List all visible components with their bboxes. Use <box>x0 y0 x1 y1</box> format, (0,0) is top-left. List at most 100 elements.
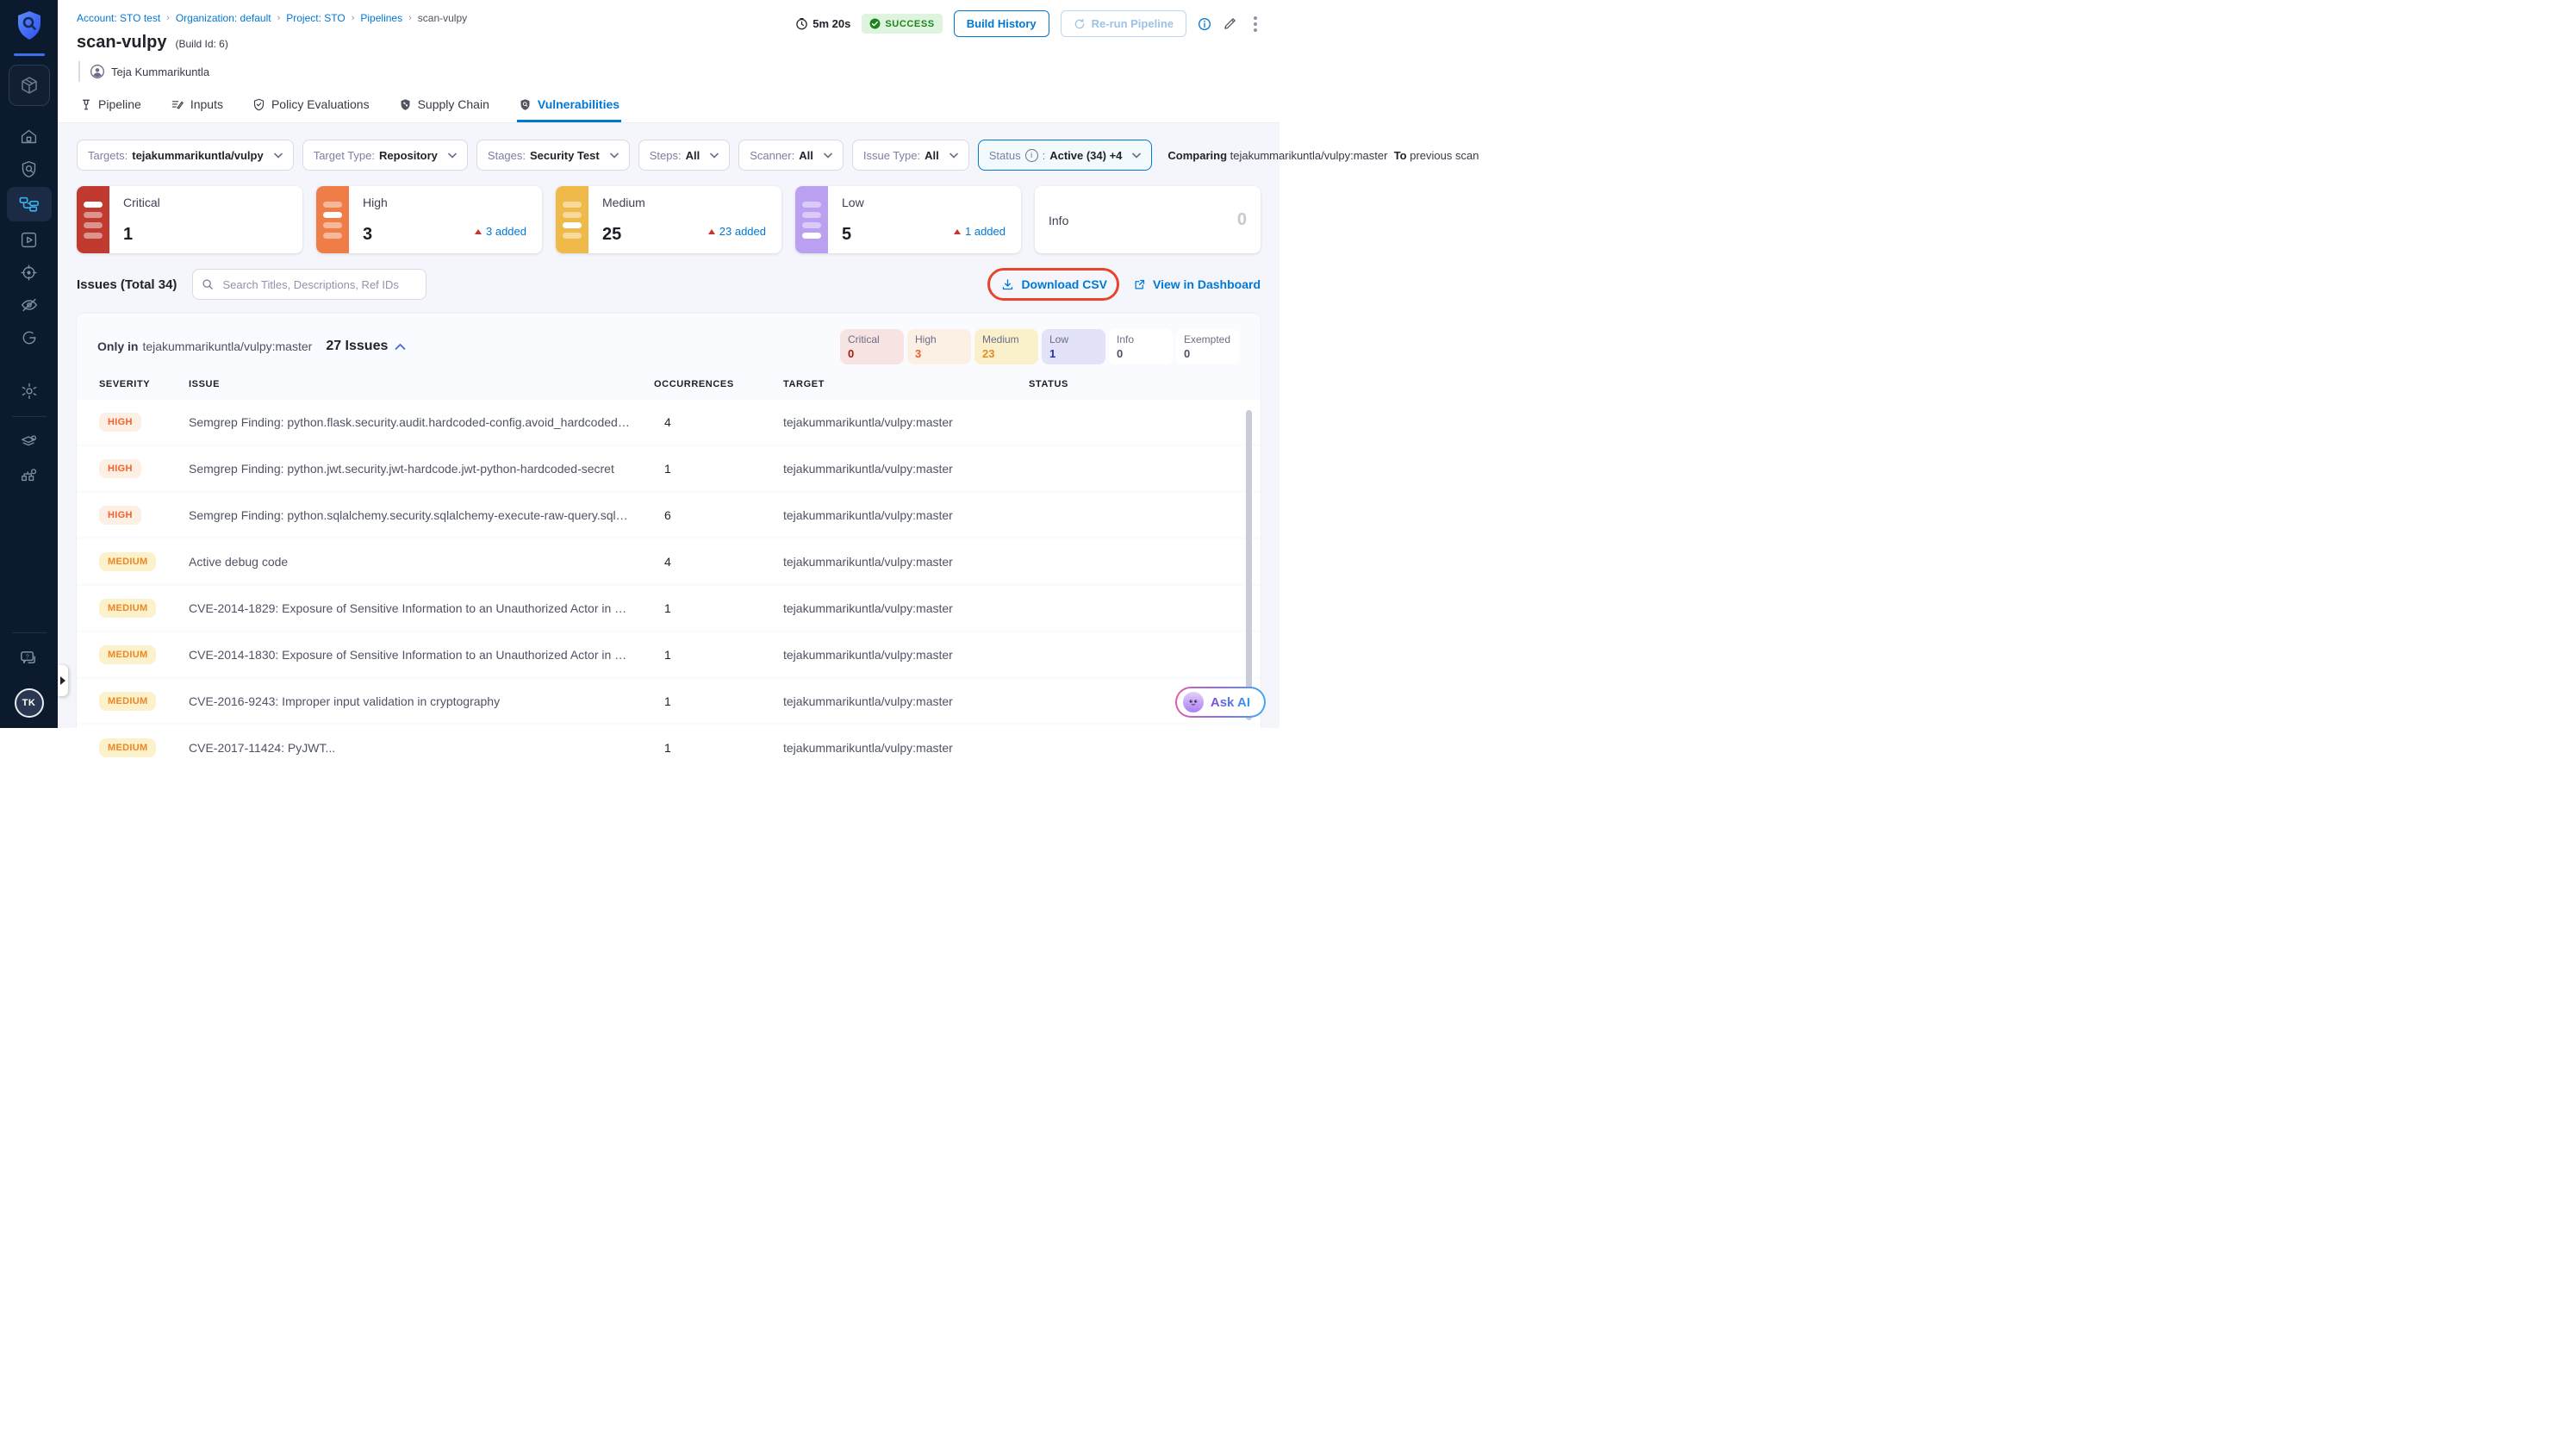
breadcrumb-pipelines-link[interactable]: Pipelines <box>360 12 402 24</box>
breadcrumb-project-link[interactable]: Project: STO <box>286 12 345 24</box>
module-selector-button[interactable] <box>9 65 50 106</box>
issue-row[interactable]: HIGH Semgrep Finding: python.sqlalchemy.… <box>77 493 1261 537</box>
severity-card-label: High <box>363 196 528 209</box>
tab-policy-evaluations[interactable]: Policy Evaluations <box>251 92 371 122</box>
info-icon[interactable] <box>1198 17 1211 31</box>
issue-row[interactable]: HIGH Semgrep Finding: python.jwt.securit… <box>77 446 1261 490</box>
target-name: tejakummarikuntla/vulpy:master <box>783 648 1029 662</box>
issue-title[interactable]: CVE-2014-1830: Exposure of Sensitive Inf… <box>189 648 654 662</box>
issues-panel: Only in tejakummarikuntla/vulpy:master 2… <box>77 314 1261 728</box>
sidebar-item-home[interactable] <box>7 121 52 151</box>
occurrences-count: 1 <box>654 694 783 708</box>
severity-card[interactable]: Critical 1 <box>77 186 302 253</box>
issue-title[interactable]: CVE-2016-9243: Improper input validation… <box>189 694 654 708</box>
issue-title[interactable]: Semgrep Finding: python.jwt.security.jwt… <box>189 462 654 476</box>
sidebar-item-default-settings[interactable] <box>7 427 52 457</box>
severity-chip: Critical 0 <box>840 329 904 364</box>
page-title: scan-vulpy <box>77 33 166 53</box>
ask-ai-button[interactable]: Ask AI <box>1175 687 1266 718</box>
collapse-chevron-up-icon[interactable] <box>395 343 406 351</box>
download-csv-button[interactable]: Download CSV <box>1001 277 1107 291</box>
issue-row[interactable]: MEDIUM CVE-2014-1829: Exposure of Sensit… <box>77 586 1261 630</box>
occurrences-count: 1 <box>654 741 783 755</box>
filter-dropdown[interactable]: Steps:i: All <box>638 140 730 171</box>
refresh-icon <box>1074 18 1086 30</box>
issue-row[interactable]: MEDIUM CVE-2014-1830: Exposure of Sensit… <box>77 632 1261 676</box>
filter-dropdown[interactable]: Issue Type:i: All <box>852 140 969 171</box>
tab-vulnerabilities[interactable]: Vulnerabilities <box>517 92 621 122</box>
table-scrollbar[interactable] <box>1246 410 1252 720</box>
issue-row[interactable]: MEDIUM CVE-2017-11424: PyJWT... 1 tejaku… <box>77 725 1261 769</box>
severity-badge: MEDIUM <box>99 599 156 618</box>
filter-dropdown[interactable]: Targets:i: tejakummarikuntla/vulpy <box>77 140 294 171</box>
severity-card[interactable]: Low 5 1 added <box>795 186 1021 253</box>
sidebar-item-pipelines[interactable] <box>7 187 52 221</box>
view-in-dashboard-button[interactable]: View in Dashboard <box>1133 277 1261 291</box>
issue-title[interactable]: CVE-2014-1829: Exposure of Sensitive Inf… <box>189 601 654 615</box>
shield-nodes-icon <box>399 98 412 111</box>
info-icon: i <box>1025 149 1038 162</box>
severity-bars-icon <box>77 186 109 253</box>
edit-pencil-icon[interactable] <box>1223 16 1237 31</box>
issue-title[interactable]: Semgrep Finding: python.flask.security.a… <box>189 415 654 429</box>
tab-supply-chain[interactable]: Supply Chain <box>397 92 491 122</box>
severity-card[interactable]: Medium 25 23 added <box>556 186 781 253</box>
external-link-icon <box>1133 278 1146 291</box>
rerun-pipeline-button[interactable]: Re-run Pipeline <box>1061 10 1186 37</box>
comparison-label: Comparing tejakummarikuntla/vulpy:master… <box>1167 149 1479 162</box>
severity-badge: MEDIUM <box>99 645 156 664</box>
issue-row[interactable]: MEDIUM CVE-2016-9243: Improper input val… <box>77 679 1261 723</box>
severity-chip: High 3 <box>907 329 971 364</box>
issue-title[interactable]: CVE-2017-11424: PyJWT... <box>189 741 654 755</box>
sidebar-item-executions[interactable] <box>7 225 52 254</box>
app-logo-shield-search-icon[interactable] <box>16 10 43 41</box>
filter-dropdown[interactable]: Target Type:i: Repository <box>302 140 468 171</box>
build-history-button[interactable]: Build History <box>954 10 1049 37</box>
shield-check-icon <box>252 98 265 111</box>
occurrences-count: 4 <box>654 555 783 569</box>
breadcrumb-org-link[interactable]: Organization: default <box>176 12 271 24</box>
sidebar-item-token[interactable] <box>7 323 52 352</box>
chevron-separator: › <box>408 13 412 23</box>
column-status: STATUS <box>1029 379 1238 389</box>
home-icon <box>20 128 38 146</box>
inputs-edit-icon <box>171 98 184 111</box>
chevron-right-icon <box>60 676 65 685</box>
severity-bars-icon <box>795 186 828 253</box>
tab-inputs[interactable]: Inputs <box>169 92 225 122</box>
issue-title[interactable]: Semgrep Finding: python.sqlalchemy.secur… <box>189 508 654 522</box>
issue-row[interactable]: MEDIUM Active debug code 4 tejakummariku… <box>77 539 1261 583</box>
user-avatar[interactable]: TK <box>15 688 44 718</box>
shield-search-icon <box>519 98 532 111</box>
vulnerabilities-content: Targets:i: tejakummarikuntla/vulpy Targe… <box>58 123 1280 728</box>
issues-search[interactable] <box>192 269 426 300</box>
search-input[interactable] <box>221 277 417 292</box>
tab-pipeline[interactable]: Pipeline <box>78 92 143 122</box>
sidebar-item-scans[interactable] <box>7 154 52 184</box>
sidebar-item-targets[interactable] <box>7 258 52 287</box>
target-name: tejakummarikuntla/vulpy:master <box>783 694 1029 708</box>
sidebar-item-delegates[interactable] <box>7 460 52 489</box>
filter-dropdown[interactable]: Stages:i: Security Test <box>476 140 630 171</box>
breadcrumb-account-link[interactable]: Account: STO test <box>77 12 160 24</box>
eye-off-icon <box>20 296 39 314</box>
column-severity: SEVERITY <box>99 379 189 389</box>
severity-card[interactable]: Info 0 <box>1035 186 1261 253</box>
severity-card[interactable]: High 3 3 added <box>316 186 542 253</box>
token-circle-icon <box>21 329 38 346</box>
severity-count-chips: Critical 0 High 3 Medium 23 Low 1 <box>840 329 1240 364</box>
nav-expand-handle[interactable] <box>58 665 68 696</box>
sidebar-item-settings[interactable] <box>7 376 52 406</box>
sidebar-item-exemptions[interactable] <box>7 290 52 320</box>
column-issue: ISSUE <box>189 379 654 389</box>
sidebar-item-help[interactable]: ? <box>7 644 52 673</box>
issue-row[interactable]: HIGH Semgrep Finding: python.flask.secur… <box>77 400 1261 444</box>
triangle-up-icon <box>475 229 482 234</box>
download-icon <box>1001 278 1014 291</box>
filter-dropdown[interactable]: Statusi: Active (34) +4 <box>978 140 1153 171</box>
pipeline-pin-icon <box>80 98 92 111</box>
more-options-menu[interactable] <box>1248 15 1262 34</box>
chevron-down-icon <box>710 152 719 159</box>
filter-dropdown[interactable]: Scanner:i: All <box>738 140 844 171</box>
issue-title[interactable]: Active debug code <box>189 555 654 569</box>
